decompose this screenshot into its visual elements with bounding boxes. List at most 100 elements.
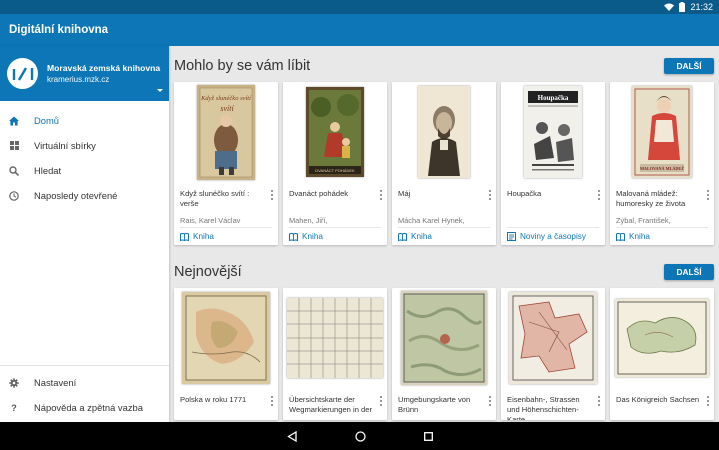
drawer-item-home[interactable]: Domů [0, 108, 169, 133]
document-thumbnail: Houpačka [501, 82, 605, 182]
grid-icon [9, 141, 19, 151]
more-button[interactable]: DALŠÍ [664, 58, 714, 74]
app-bar: Digitální knihovna [0, 14, 719, 46]
status-bar: 21:32 [0, 0, 719, 14]
drawer-item-search[interactable]: Hledat [0, 158, 169, 183]
document-type: Kniha [392, 228, 496, 245]
document-thumbnail [610, 288, 714, 388]
document-title: Houpačka [507, 189, 542, 198]
book-icon [289, 232, 298, 241]
book-icon [616, 232, 625, 241]
more-vert-icon[interactable] [489, 396, 491, 406]
tablet-screen: 21:32 Digitální knihovna Moravská zemská… [0, 0, 719, 450]
document-author [501, 214, 605, 227]
document-type-label: Noviny a časopisy [520, 232, 586, 241]
document-card[interactable]: Když slunéčko svítí svítí Když slunéčko … [174, 82, 278, 245]
document-thumbnail [501, 288, 605, 388]
svg-text:MALOVANÁ MLÁDEŽ: MALOVANÁ MLÁDEŽ [640, 166, 684, 171]
document-title: Eisenbahn-, Strassen und Höhenschichten-… [507, 395, 580, 420]
recommended-row: Když slunéčko svítí svítí Když slunéčko … [174, 82, 714, 245]
document-card[interactable]: Übersichtskarte der Wegmarkierungen in d… [283, 288, 387, 420]
document-thumbnail [392, 82, 496, 182]
drawer-item-help[interactable]: ? Nápověda a zpětná vazba [0, 395, 169, 420]
drawer-item-label: Nastavení [34, 377, 77, 388]
drawer-item-label: Virtuální sbírky [34, 140, 96, 151]
search-icon [9, 165, 19, 176]
document-type-label: Kniha [302, 232, 323, 241]
document-title: Umgebungskarte von Brünn [398, 395, 471, 414]
document-author: Mácha Karel Hynek, [398, 216, 465, 225]
help-icon: ? [11, 402, 17, 413]
more-vert-icon[interactable] [271, 190, 273, 200]
drawer-header[interactable]: Moravská zemská knihovna kramerius.mzk.c… [0, 46, 169, 101]
document-thumbnail [283, 288, 387, 388]
document-card[interactable]: MALOVANÁ MLÁDEŽ Malovaná mládež: humores… [610, 82, 714, 245]
document-type-label: Kniha [629, 232, 650, 241]
drawer-footer: Nastavení ? Nápověda a zpětná vazba [0, 365, 169, 422]
more-button[interactable]: DALŠÍ [664, 264, 714, 280]
document-card[interactable]: Máj Mácha Karel Hynek, Kniha [392, 82, 496, 245]
map-image [615, 299, 709, 377]
document-card[interactable]: Eisenbahn-, Strassen und Höhenschichten-… [501, 288, 605, 420]
drawer-item-virtual-collections[interactable]: Virtuální sbírky [0, 133, 169, 158]
document-type: Kniha [174, 228, 278, 245]
more-vert-icon[interactable] [598, 396, 600, 406]
document-title: Máj [398, 189, 411, 198]
library-url: kramerius.mzk.cz [47, 75, 110, 84]
svg-text:svítí: svítí [220, 104, 234, 113]
document-title: Polska w roku 1771 [180, 395, 247, 404]
drawer-item-settings[interactable]: Nastavení [0, 370, 169, 395]
more-vert-icon[interactable] [380, 396, 382, 406]
document-author: Zýbal, František, [616, 216, 671, 225]
book-icon [398, 232, 407, 241]
gear-icon [9, 377, 19, 388]
document-author: Rais, Karel Václav [180, 216, 241, 225]
main-content[interactable]: Mohlo by se vám líbit DALŠÍ Když slunéčk… [169, 46, 719, 422]
document-thumbnail: DVANÁCT POHÁDEK [283, 82, 387, 182]
section-title: Mohlo by se vám líbit [174, 58, 311, 74]
home-button-icon[interactable] [354, 430, 366, 442]
document-thumbnail: Když slunéčko svítí svítí [174, 82, 278, 182]
wifi-icon [664, 3, 675, 11]
document-type-label: Kniha [193, 232, 214, 241]
svg-text:Když slunéčko svítí: Když slunéčko svítí [200, 95, 252, 102]
account-dropdown-icon[interactable] [157, 89, 163, 92]
document-card[interactable]: Das Königreich Sachsen [610, 288, 714, 420]
library-info: Moravská zemská knihovna kramerius.mzk.c… [47, 62, 160, 85]
cover-image: DVANÁCT POHÁDEK [306, 87, 364, 177]
map-image [182, 292, 270, 384]
more-vert-icon[interactable] [271, 396, 273, 406]
document-thumbnail [174, 288, 278, 388]
home-icon [9, 116, 19, 126]
document-card[interactable]: Umgebungskarte von Brünn [392, 288, 496, 420]
document-card[interactable]: DVANÁCT POHÁDEK Dvanáct pohádek Mahen, J… [283, 82, 387, 245]
more-vert-icon[interactable] [707, 396, 709, 406]
newest-row: Polska w roku 1771 Übersichtskarte der W… [174, 288, 714, 420]
more-vert-icon[interactable] [598, 190, 600, 200]
map-image [287, 298, 383, 378]
document-type: Noviny a časopisy [501, 228, 605, 245]
library-name: Moravská zemská knihovna [47, 63, 161, 73]
book-icon [180, 232, 189, 241]
document-card[interactable]: Polska w roku 1771 [174, 288, 278, 420]
cover-image: Když slunéčko svítí svítí [197, 84, 255, 180]
back-icon[interactable] [286, 430, 297, 442]
drawer-item-label: Naposledy otevřené [34, 190, 118, 201]
library-logo [7, 58, 38, 89]
drawer-item-label: Nápověda a zpětná vazba [34, 402, 143, 413]
map-image [401, 291, 487, 385]
more-vert-icon[interactable] [380, 190, 382, 200]
app-title: Digitální knihovna [9, 24, 109, 36]
document-card[interactable]: Houpačka Houpačka Noviny a časopisy [501, 82, 605, 245]
more-vert-icon[interactable] [707, 190, 709, 200]
system-nav-bar [0, 422, 719, 450]
recents-icon[interactable] [423, 431, 433, 441]
more-vert-icon[interactable] [489, 190, 491, 200]
section-title: Nejnovější [174, 264, 242, 280]
drawer-item-recent[interactable]: Naposledy otevřené [0, 183, 169, 208]
section-header-newest: Nejnovější DALŠÍ [174, 262, 714, 282]
document-thumbnail: MALOVANÁ MLÁDEŽ [610, 82, 714, 182]
svg-text:DVANÁCT POHÁDEK: DVANÁCT POHÁDEK [315, 168, 355, 173]
document-title: Dvanáct pohádek [289, 189, 349, 198]
cover-image [418, 86, 470, 178]
